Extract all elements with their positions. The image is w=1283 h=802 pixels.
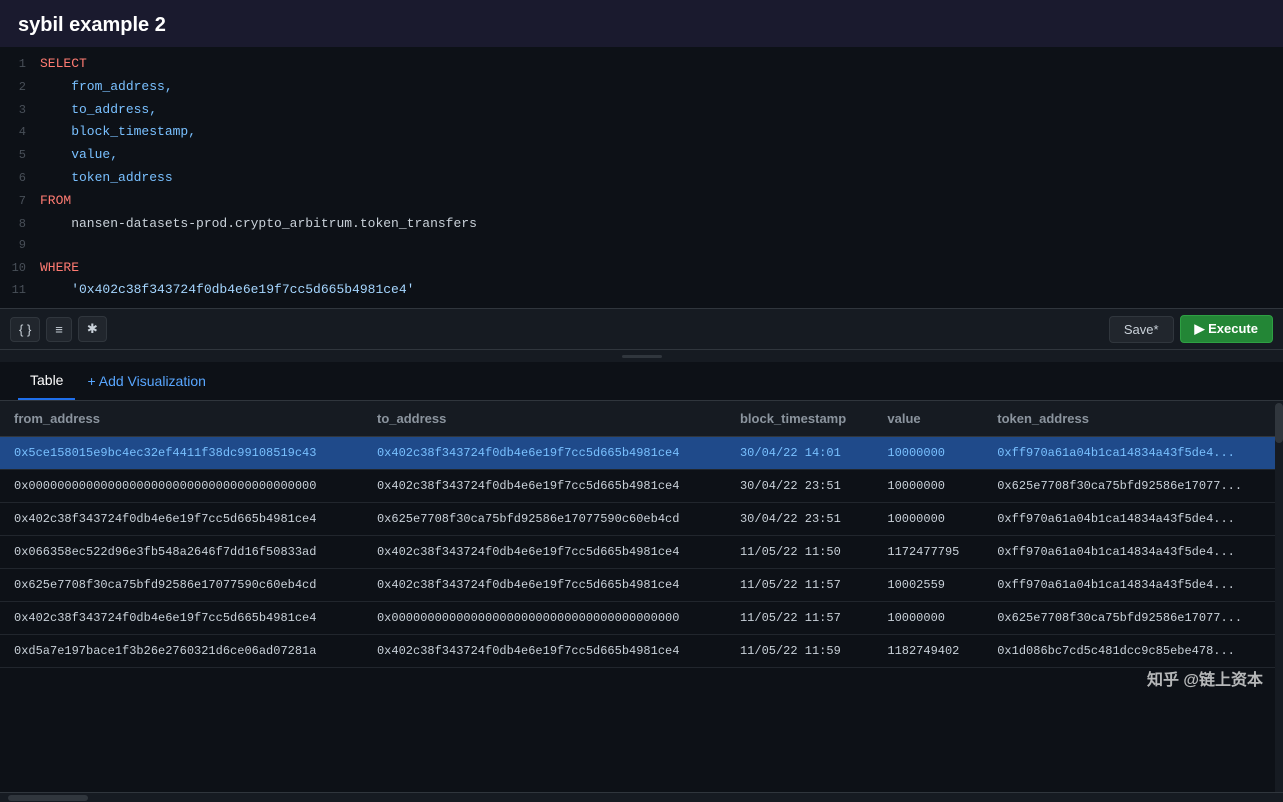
cell-block_timestamp-row-4: 11/05/22 11:57	[726, 569, 873, 602]
table-header-row: from_address to_address block_timestamp …	[0, 401, 1283, 437]
code-line-11: 11 '0x402c38f343724f0db4e6e19f7cc5d665b4…	[0, 279, 1283, 302]
cell-to_address-row-5: 0x00000000000000000000000000000000000000…	[363, 602, 726, 635]
code-line-2: 2 from_address,	[0, 76, 1283, 99]
tab-table[interactable]: Table	[18, 362, 75, 400]
format-extra-button[interactable]: ✱	[78, 316, 107, 342]
format-table-button[interactable]: ≡	[46, 317, 72, 342]
cell-value-row-2: 10000000	[873, 503, 983, 536]
horizontal-scrollbar-area[interactable]	[0, 792, 1283, 802]
cell-to_address-row-3: 0x402c38f343724f0db4e6e19f7cc5d665b4981c…	[363, 536, 726, 569]
code-line-9: 9	[0, 235, 1283, 256]
col-header-value: value	[873, 401, 983, 437]
table-row: 0x5ce158015e9bc4ec32ef4411f38dc99108519c…	[0, 437, 1283, 470]
panel-divider[interactable]	[0, 350, 1283, 362]
vertical-scrollbar[interactable]	[1275, 401, 1283, 792]
table-row: 0x402c38f343724f0db4e6e19f7cc5d665b4981c…	[0, 503, 1283, 536]
cell-value-row-5: 10000000	[873, 602, 983, 635]
col-header-block-timestamp: block_timestamp	[726, 401, 873, 437]
cell-to_address-row-0: 0x402c38f343724f0db4e6e19f7cc5d665b4981c…	[363, 437, 726, 470]
cell-to_address-row-1: 0x402c38f343724f0db4e6e19f7cc5d665b4981c…	[363, 470, 726, 503]
format-json-button[interactable]: { }	[10, 317, 40, 342]
col-header-token-address: token_address	[983, 401, 1283, 437]
execute-button[interactable]: ▶ Execute	[1180, 315, 1273, 343]
toolbar: { } ≡ ✱ Save* ▶ Execute	[0, 309, 1283, 350]
cell-from_address-row-5: 0x402c38f343724f0db4e6e19f7cc5d665b4981c…	[0, 602, 363, 635]
cell-token_address-row-5: 0x625e7708f30ca75bfd92586e17077...	[983, 602, 1283, 635]
code-line-10: 10 WHERE	[0, 257, 1283, 280]
cell-block_timestamp-row-5: 11/05/22 11:57	[726, 602, 873, 635]
save-button[interactable]: Save*	[1109, 316, 1174, 343]
results-table: from_address to_address block_timestamp …	[0, 401, 1283, 668]
table-row: 0x402c38f343724f0db4e6e19f7cc5d665b4981c…	[0, 602, 1283, 635]
cell-value-row-0: 10000000	[873, 437, 983, 470]
cell-value-row-1: 10000000	[873, 470, 983, 503]
code-line-8: 8 nansen-datasets-prod.crypto_arbitrum.t…	[0, 213, 1283, 236]
table-row: 0x625e7708f30ca75bfd92586e17077590c60eb4…	[0, 569, 1283, 602]
code-line-3: 3 to_address,	[0, 99, 1283, 122]
results-tabs: Table + Add Visualization	[0, 362, 1283, 401]
cell-to_address-row-4: 0x402c38f343724f0db4e6e19f7cc5d665b4981c…	[363, 569, 726, 602]
cell-from_address-row-3: 0x066358ec522d96e3fb548a2646f7dd16f50833…	[0, 536, 363, 569]
page-title: sybil example 2	[0, 0, 1283, 47]
cell-block_timestamp-row-6: 11/05/22 11:59	[726, 635, 873, 668]
cell-token_address-row-1: 0x625e7708f30ca75bfd92586e17077...	[983, 470, 1283, 503]
cell-from_address-row-1: 0x00000000000000000000000000000000000000…	[0, 470, 363, 503]
cell-from_address-row-0: 0x5ce158015e9bc4ec32ef4411f38dc99108519c…	[0, 437, 363, 470]
cell-value-row-3: 1172477795	[873, 536, 983, 569]
code-line-4: 4 block_timestamp,	[0, 121, 1283, 144]
code-line-6: 6 token_address	[0, 167, 1283, 190]
table-row: 0x00000000000000000000000000000000000000…	[0, 470, 1283, 503]
cell-to_address-row-6: 0x402c38f343724f0db4e6e19f7cc5d665b4981c…	[363, 635, 726, 668]
cell-token_address-row-3: 0xff970a61a04b1ca14834a43f5de4...	[983, 536, 1283, 569]
code-editor[interactable]: 1 SELECT 2 from_address, 3 to_address, 4…	[0, 47, 1283, 309]
cell-value-row-4: 10002559	[873, 569, 983, 602]
add-visualization-button[interactable]: + Add Visualization	[75, 363, 217, 399]
code-line-7: 7 FROM	[0, 190, 1283, 213]
scrollbar-thumb[interactable]	[1275, 403, 1283, 443]
cell-from_address-row-4: 0x625e7708f30ca75bfd92586e17077590c60eb4…	[0, 569, 363, 602]
cell-block_timestamp-row-2: 30/04/22 23:51	[726, 503, 873, 536]
cell-token_address-row-4: 0xff970a61a04b1ca14834a43f5de4...	[983, 569, 1283, 602]
cell-from_address-row-6: 0xd5a7e197bace1f3b26e2760321d6ce06ad0728…	[0, 635, 363, 668]
code-line-1: 1 SELECT	[0, 53, 1283, 76]
table-row: 0xd5a7e197bace1f3b26e2760321d6ce06ad0728…	[0, 635, 1283, 668]
table-row: 0x066358ec522d96e3fb548a2646f7dd16f50833…	[0, 536, 1283, 569]
cell-from_address-row-2: 0x402c38f343724f0db4e6e19f7cc5d665b4981c…	[0, 503, 363, 536]
results-area: Table + Add Visualization from_address t…	[0, 362, 1283, 802]
cell-block_timestamp-row-0: 30/04/22 14:01	[726, 437, 873, 470]
cell-token_address-row-0: 0xff970a61a04b1ca14834a43f5de4...	[983, 437, 1283, 470]
cell-to_address-row-2: 0x625e7708f30ca75bfd92586e17077590c60eb4…	[363, 503, 726, 536]
horizontal-scrollbar-thumb[interactable]	[8, 795, 88, 801]
code-line-5: 5 value,	[0, 144, 1283, 167]
col-header-from-address: from_address	[0, 401, 363, 437]
col-header-to-address: to_address	[363, 401, 726, 437]
cell-token_address-row-2: 0xff970a61a04b1ca14834a43f5de4...	[983, 503, 1283, 536]
cell-block_timestamp-row-1: 30/04/22 23:51	[726, 470, 873, 503]
cell-token_address-row-6: 0x1d086bc7cd5c481dcc9c85ebe478...	[983, 635, 1283, 668]
cell-value-row-6: 1182749402	[873, 635, 983, 668]
results-table-container[interactable]: from_address to_address block_timestamp …	[0, 401, 1283, 792]
cell-block_timestamp-row-3: 11/05/22 11:50	[726, 536, 873, 569]
